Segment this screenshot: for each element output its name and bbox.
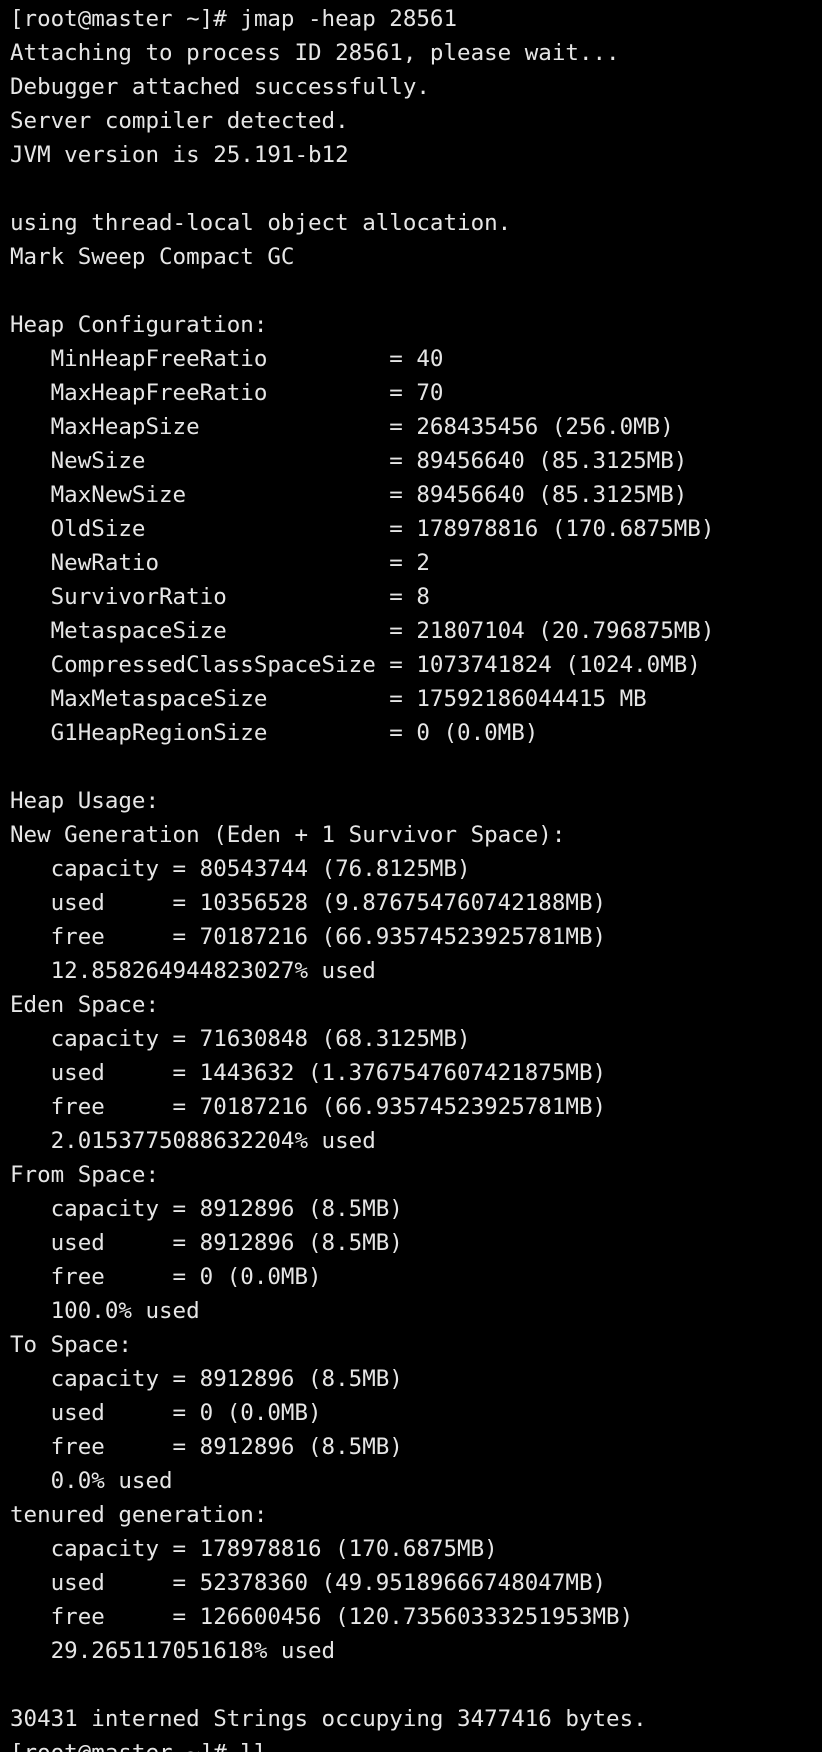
terminal-line: used = 1443632 (1.3767547607421875MB) — [10, 1060, 607, 1086]
terminal-line: Mark Sweep Compact GC — [10, 244, 295, 270]
terminal-line: OldSize = 178978816 (170.6875MB) — [10, 516, 715, 542]
terminal-line: MaxHeapFreeRatio = 70 — [10, 380, 444, 406]
terminal-line: used = 0 (0.0MB) — [10, 1400, 322, 1426]
terminal-line: free = 70187216 (66.93574523925781MB) — [10, 1094, 607, 1120]
terminal-line: Heap Usage: — [10, 788, 160, 814]
terminal-line: NewSize = 89456640 (85.3125MB) — [10, 448, 688, 474]
terminal-line: To Space: — [10, 1332, 132, 1358]
terminal-line: Eden Space: — [10, 992, 160, 1018]
terminal-line: used = 52378360 (49.95189666748047MB) — [10, 1570, 607, 1596]
terminal-line: used = 10356528 (9.876754760742188MB) — [10, 890, 607, 916]
terminal-line: capacity = 8912896 (8.5MB) — [10, 1196, 403, 1222]
terminal-line: MinHeapFreeRatio = 40 — [10, 346, 444, 372]
terminal-line: New Generation (Eden + 1 Survivor Space)… — [10, 822, 566, 848]
terminal-line: MaxNewSize = 89456640 (85.3125MB) — [10, 482, 688, 508]
terminal-line: capacity = 178978816 (170.6875MB) — [10, 1536, 498, 1562]
terminal-line: capacity = 8912896 (8.5MB) — [10, 1366, 403, 1392]
terminal-line: MetaspaceSize = 21807104 (20.796875MB) — [10, 618, 715, 644]
terminal-line: Debugger attached successfully. — [10, 74, 430, 100]
terminal-line: free = 8912896 (8.5MB) — [10, 1434, 403, 1460]
terminal-line: From Space: — [10, 1162, 160, 1188]
terminal-line: 100.0% used — [10, 1298, 200, 1324]
terminal-line: 2.0153775088632204% used — [10, 1128, 376, 1154]
terminal-line: MaxHeapSize = 268435456 (256.0MB) — [10, 414, 674, 440]
terminal-line: [root@master ~]# jmap -heap 28561 — [10, 6, 458, 32]
terminal-line: G1HeapRegionSize = 0 (0.0MB) — [10, 720, 539, 746]
terminal-line: Heap Configuration: — [10, 312, 268, 338]
terminal-line: 12.858264944823027% used — [10, 958, 376, 984]
terminal-line: CompressedClassSpaceSize = 1073741824 (1… — [10, 652, 701, 678]
terminal-line: using thread-local object allocation. — [10, 210, 512, 236]
terminal-line: used = 8912896 (8.5MB) — [10, 1230, 403, 1256]
terminal-line: 30431 interned Strings occupying 3477416… — [10, 1706, 647, 1732]
terminal-line: free = 70187216 (66.93574523925781MB) — [10, 924, 607, 950]
terminal-line: Attaching to process ID 28561, please wa… — [10, 40, 620, 66]
terminal-line: Server compiler detected. — [10, 108, 349, 134]
terminal-line: capacity = 71630848 (68.3125MB) — [10, 1026, 471, 1052]
terminal-line: 29.265117051618% used — [10, 1638, 336, 1664]
terminal-prompt-line[interactable]: [root@master ~]# ll — [10, 1736, 822, 1752]
terminal-line: SurvivorRatio = 8 — [10, 584, 430, 610]
terminal-line: 0.0% used — [10, 1468, 173, 1494]
terminal-line: free = 0 (0.0MB) — [10, 1264, 322, 1290]
terminal-line: NewRatio = 2 — [10, 550, 430, 576]
terminal-line: MaxMetaspaceSize = 17592186044415 MB — [10, 686, 647, 712]
terminal-window[interactable]: [root@master ~]# jmap -heap 28561 Attach… — [0, 0, 822, 1752]
terminal-line: tenured generation: — [10, 1502, 268, 1528]
terminal-line: JVM version is 25.191-b12 — [10, 142, 349, 168]
terminal-line: free = 126600456 (120.73560333251953MB) — [10, 1604, 634, 1630]
terminal-line: capacity = 80543744 (76.8125MB) — [10, 856, 471, 882]
